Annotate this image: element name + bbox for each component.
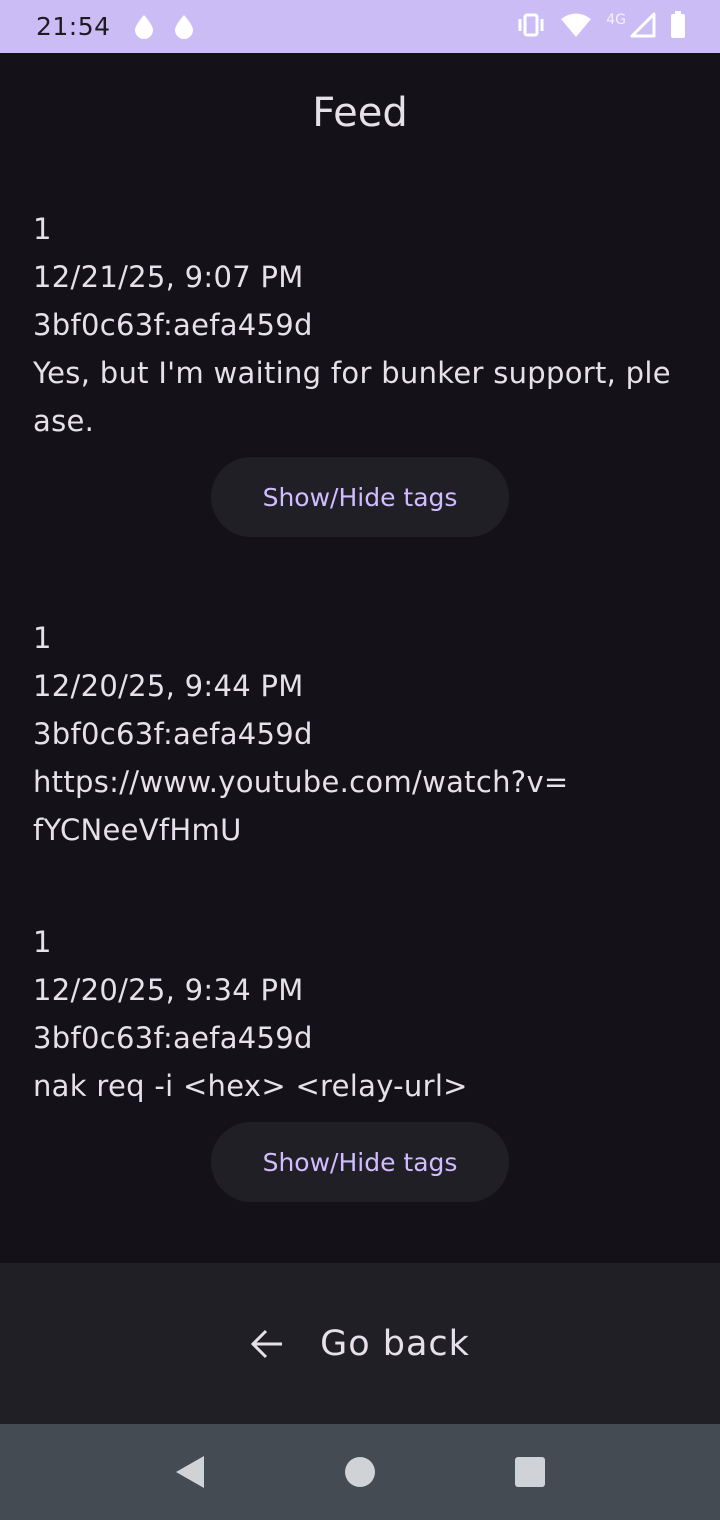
status-right: 4G xyxy=(502,10,686,43)
feed-list: 1 12/21/25, 9:07 PM 3bf0c63f:aefa459d Ye… xyxy=(0,205,720,1202)
feed-note: 1 12/20/25, 9:44 PM 3bf0c63f:aefa459d ht… xyxy=(0,614,720,854)
network-type-label: 4G xyxy=(606,11,626,28)
note-date: 12/21/25, 9:07 PM xyxy=(33,260,304,294)
nav-home-icon[interactable] xyxy=(330,1456,390,1488)
page-title: Feed xyxy=(312,90,408,136)
signal-icon xyxy=(630,12,656,42)
note-date: 12/20/25, 9:44 PM xyxy=(33,669,304,703)
vibrate-icon xyxy=(516,13,546,41)
note-author: 3bf0c63f:aefa459d xyxy=(33,1021,313,1055)
system-nav-bar xyxy=(0,1424,720,1520)
feed-note: 1 12/21/25, 9:07 PM 3bf0c63f:aefa459d Ye… xyxy=(0,205,720,537)
water-drop-icon xyxy=(133,14,155,40)
note-kind: 1 xyxy=(33,212,52,246)
status-time: 21:54 xyxy=(36,12,111,41)
show-hide-tags-button[interactable]: Show/Hide tags xyxy=(211,457,509,537)
status-left: 21:54 xyxy=(36,12,195,41)
water-drop-icon xyxy=(173,14,195,40)
note-content: nak req -i <hex> <relay-url> xyxy=(33,1069,468,1103)
wifi-icon xyxy=(560,12,592,42)
note-content: Yes, but I'm waiting for bunker support,… xyxy=(33,356,671,438)
note-kind: 1 xyxy=(33,621,52,655)
show-hide-tags-button[interactable]: Show/Hide tags xyxy=(211,1122,509,1202)
nav-recents-icon[interactable] xyxy=(500,1456,560,1488)
note-author: 3bf0c63f:aefa459d xyxy=(33,717,313,751)
battery-icon xyxy=(670,10,686,43)
go-back-button[interactable]: Go back xyxy=(250,1324,470,1364)
note-kind: 1 xyxy=(33,925,52,959)
go-back-label: Go back xyxy=(320,1323,470,1364)
bottom-bar: Go back xyxy=(0,1263,720,1424)
status-bar: 21:54 4G xyxy=(0,0,720,53)
nav-back-icon[interactable] xyxy=(160,1454,220,1490)
note-date: 12/20/25, 9:34 PM xyxy=(33,973,304,1007)
note-author: 3bf0c63f:aefa459d xyxy=(33,308,313,342)
note-content-link[interactable]: https://www.youtube.com/watch?v= fYCNeeV… xyxy=(33,758,687,854)
arrow-back-icon xyxy=(250,1329,284,1359)
feed-note: 1 12/20/25, 9:34 PM 3bf0c63f:aefa459d na… xyxy=(0,918,720,1202)
